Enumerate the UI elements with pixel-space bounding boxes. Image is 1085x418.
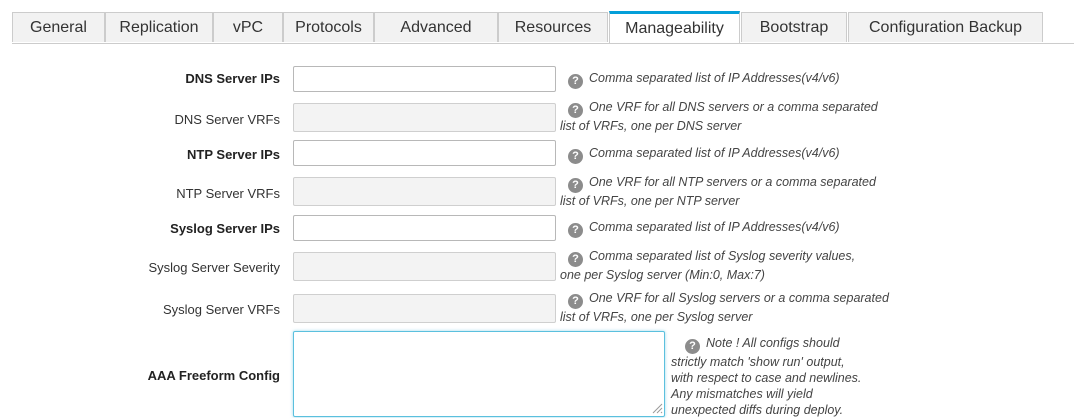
syslog-server-ips-input[interactable] — [293, 215, 556, 241]
tab-protocols[interactable]: Protocols — [283, 12, 374, 42]
dns-server-vrfs-help: ? One VRF for all DNS servers or a comma … — [560, 99, 940, 135]
ntp-server-vrfs-help: ? One VRF for all NTP servers or a comma … — [560, 174, 940, 210]
syslog-server-vrfs-help: ? One VRF for all Syslog servers or a com… — [560, 290, 940, 326]
aaa-freeform-config-textarea[interactable] — [293, 331, 665, 417]
syslog-server-severity-input[interactable] — [293, 252, 556, 281]
dns-server-vrfs-help-line1: One VRF for all DNS servers or a comma s… — [589, 100, 878, 114]
aaa-help-line5: unexpected diffs during deploy. — [671, 403, 844, 417]
tab-general[interactable]: General — [12, 12, 105, 42]
ntp-server-ips-label: NTP Server IPs — [187, 147, 280, 162]
dns-server-vrfs-help-line2: list of VRFs, one per DNS server — [560, 119, 742, 133]
syslog-server-vrfs-help-line2: list of VRFs, one per Syslog server — [560, 310, 753, 324]
tab-manageability[interactable]: Manageability — [609, 11, 740, 43]
aaa-help-line1: Note ! All configs should — [706, 336, 840, 350]
syslog-server-ips-help: ? Comma separated list of IP Addresses(v4… — [560, 219, 940, 238]
ntp-server-ips-help: ? Comma separated list of IP Addresses(v4… — [560, 145, 940, 164]
dns-server-ips-input[interactable] — [293, 66, 556, 92]
aaa-help-line4: Any mismatches will yield — [671, 387, 813, 401]
tab-bootstrap[interactable]: Bootstrap — [741, 12, 847, 42]
dns-server-ips-label: DNS Server IPs — [185, 71, 280, 86]
question-circle-icon[interactable]: ? — [568, 252, 583, 267]
tab-vpc[interactable]: vPC — [213, 12, 283, 42]
aaa-freeform-config-label: AAA Freeform Config — [147, 368, 280, 383]
ntp-server-vrfs-help-line1: One VRF for all NTP servers or a comma s… — [589, 175, 876, 189]
aaa-freeform-config-help: ? Note ! All configs should strictly matc… — [671, 335, 921, 418]
question-circle-icon[interactable]: ? — [568, 294, 583, 309]
syslog-server-vrfs-input[interactable] — [293, 294, 556, 323]
question-circle-icon[interactable]: ? — [568, 223, 583, 238]
tab-replication[interactable]: Replication — [105, 12, 213, 42]
syslog-server-ips-help-text: Comma separated list of IP Addresses(v4/… — [589, 220, 840, 234]
syslog-server-vrfs-label: Syslog Server VRFs — [162, 302, 280, 317]
ntp-server-ips-input[interactable] — [293, 140, 556, 166]
dns-server-ips-help-text: Comma separated list of IP Addresses(v4/… — [589, 71, 840, 85]
tab-bar: General Replication vPC Protocols Advanc… — [12, 11, 1074, 44]
syslog-server-vrfs-help-line1: One VRF for all Syslog servers or a comm… — [589, 291, 889, 305]
dns-server-vrfs-label: DNS Server VRFs — [174, 112, 280, 127]
aaa-help-line3: with respect to case and newlines. — [671, 371, 862, 385]
ntp-server-ips-help-text: Comma separated list of IP Addresses(v4/… — [589, 146, 840, 160]
question-circle-icon[interactable]: ? — [685, 339, 700, 354]
tab-resources[interactable]: Resources — [498, 12, 608, 42]
question-circle-icon[interactable]: ? — [568, 103, 583, 118]
syslog-server-severity-help: ? Comma separated list of Syslog severity… — [560, 248, 940, 284]
syslog-server-severity-help-line2: one per Syslog server (Min:0, Max:7) — [560, 268, 765, 282]
syslog-server-severity-label: Syslog Server Severity — [148, 260, 281, 275]
syslog-server-severity-help-line1: Comma separated list of Syslog severity … — [589, 249, 856, 263]
ntp-server-vrfs-input[interactable] — [293, 177, 556, 206]
question-circle-icon[interactable]: ? — [568, 149, 583, 164]
tab-configuration-backup[interactable]: Configuration Backup — [848, 12, 1043, 42]
ntp-server-vrfs-label: NTP Server VRFs — [176, 186, 280, 201]
question-circle-icon[interactable]: ? — [568, 74, 583, 89]
resize-grip-icon[interactable] — [651, 402, 663, 414]
syslog-server-ips-label: Syslog Server IPs — [170, 221, 280, 236]
dns-server-vrfs-input[interactable] — [293, 103, 556, 132]
ntp-server-vrfs-help-line2: list of VRFs, one per NTP server — [560, 194, 740, 208]
question-circle-icon[interactable]: ? — [568, 178, 583, 193]
tab-advanced[interactable]: Advanced — [374, 12, 498, 42]
dns-server-ips-help: ? Comma separated list of IP Addresses(v4… — [560, 70, 940, 89]
aaa-help-line2: strictly match 'show run' output, — [671, 355, 845, 369]
